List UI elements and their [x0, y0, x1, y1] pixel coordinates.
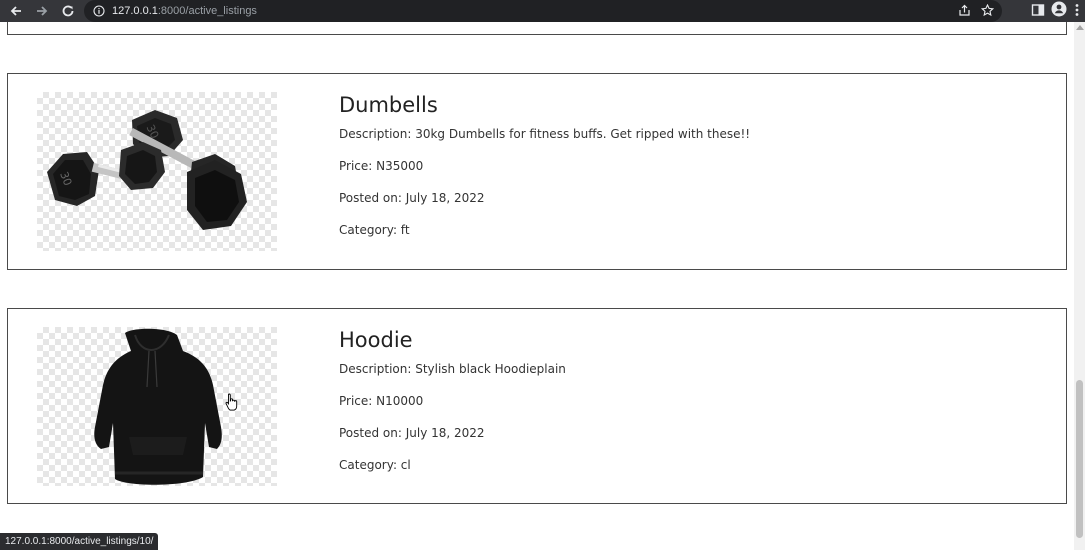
share-icon[interactable] — [958, 2, 971, 21]
hand-pointer-icon — [225, 393, 239, 415]
profile-icon[interactable] — [1051, 1, 1067, 21]
listing-category: Category: cl — [339, 458, 411, 472]
browser-toolbar: 127.0.0.1:8000/active_listings — [0, 0, 1085, 22]
listing-price: Price: N10000 — [339, 394, 424, 408]
status-bar-link-preview: 127.0.0.1:8000/active_listings/10/ — [0, 533, 159, 550]
page-viewport: 30 30 Dumbells Description: 30kg Dumbell… — [0, 22, 1074, 550]
arrow-left-icon — [10, 6, 21, 16]
listing-info: Dumbells Description: 30kg Dumbells for … — [339, 92, 750, 240]
listing-title[interactable]: Dumbells — [339, 92, 750, 118]
listing-category: Category: ft — [339, 223, 410, 237]
listing-description: Description: 30kg Dumbells for fitness b… — [339, 127, 751, 141]
back-button[interactable] — [3, 0, 29, 22]
listing-posted-date: Posted on: July 18, 2022 — [339, 191, 485, 205]
side-panel-icon[interactable] — [1031, 2, 1045, 21]
arrow-right-icon — [37, 6, 48, 16]
listing-price: Price: N35000 — [339, 159, 424, 173]
reload-icon — [62, 5, 74, 17]
listing-info: Hoodie Description: Stylish black Hoodie… — [339, 327, 566, 475]
url-text[interactable]: 127.0.0.1:8000/active_listings — [112, 5, 257, 17]
listing-title[interactable]: Hoodie — [339, 327, 566, 353]
scrollbar-thumb[interactable] — [1076, 380, 1083, 538]
hoodie-image[interactable] — [37, 327, 277, 486]
info-icon[interactable] — [92, 4, 106, 18]
vertical-scrollbar[interactable] — [1074, 22, 1085, 550]
listing-card-previous — [7, 22, 1067, 35]
listing-card[interactable]: Hoodie Description: Stylish black Hoodie… — [7, 308, 1067, 504]
listing-card[interactable]: 30 30 Dumbells Description: 30kg Dumbell… — [7, 73, 1067, 270]
listing-posted-date: Posted on: July 18, 2022 — [339, 426, 485, 440]
listing-description: Description: Stylish black Hoodieplain — [339, 362, 566, 376]
star-icon[interactable] — [980, 2, 995, 21]
reload-button[interactable] — [55, 0, 81, 22]
forward-button[interactable] — [29, 0, 55, 22]
kebab-menu-icon[interactable] — [1073, 2, 1081, 21]
dumbbells-image[interactable]: 30 30 — [37, 92, 277, 251]
address-bar[interactable]: 127.0.0.1:8000/active_listings — [84, 0, 1002, 22]
scroll-up-arrow-icon[interactable] — [1076, 25, 1084, 30]
